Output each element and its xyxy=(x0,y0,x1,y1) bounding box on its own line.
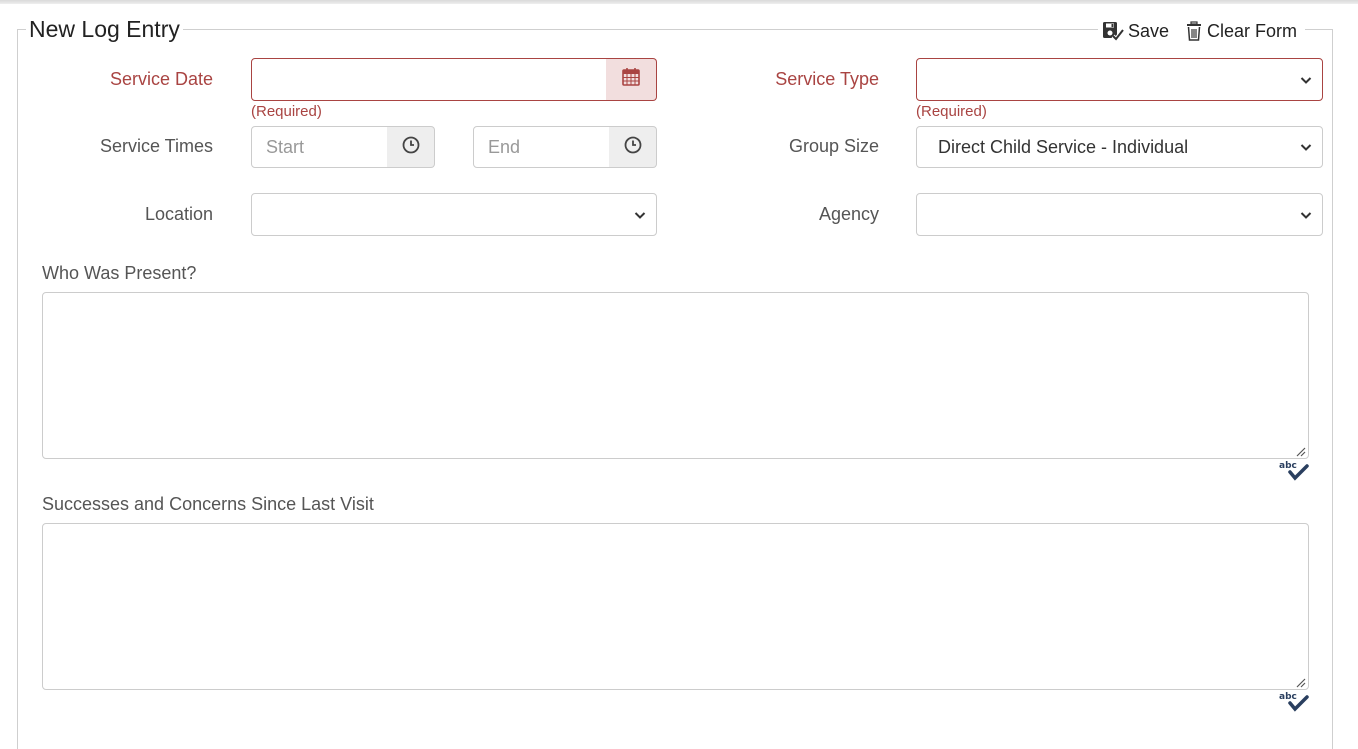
svg-text:abc: abc xyxy=(1279,461,1297,471)
group-size-label: Group Size xyxy=(788,136,879,156)
agency-select[interactable] xyxy=(916,193,1323,236)
top-shadow-bar xyxy=(0,0,1358,4)
resize-grip-icon[interactable] xyxy=(1295,677,1306,688)
service-type-label: Service Type xyxy=(775,69,879,89)
chevron-down-icon xyxy=(1300,76,1312,84)
service-date-calendar-button[interactable] xyxy=(606,58,657,101)
who-present-spellcheck-button[interactable]: abc xyxy=(1279,459,1309,486)
who-present-label: Who Was Present? xyxy=(42,263,197,283)
clear-form-button[interactable]: Clear Form xyxy=(1185,21,1297,42)
location-label: Location xyxy=(144,204,213,224)
who-present-textarea[interactable] xyxy=(42,292,1309,459)
save-label: Save xyxy=(1128,20,1170,41)
service-type-required-hint: (Required) xyxy=(916,103,987,120)
form-toolbar: Save Clear Form xyxy=(1098,15,1306,47)
service-date-label: Service Date xyxy=(109,69,213,89)
service-times-label: Service Times xyxy=(99,136,213,156)
chevron-down-icon xyxy=(1300,144,1312,151)
start-time-picker-button[interactable] xyxy=(387,126,435,168)
successes-concerns-label: Successes and Concerns Since Last Visit xyxy=(42,494,374,514)
svg-text:abc: abc xyxy=(1279,692,1297,702)
calendar-icon xyxy=(621,67,641,92)
group-size-select[interactable]: Direct Child Service - Individual xyxy=(916,126,1323,168)
spellcheck-icon: abc xyxy=(1279,461,1309,481)
service-type-select[interactable] xyxy=(916,58,1323,101)
end-time-picker-button[interactable] xyxy=(609,126,657,168)
save-button[interactable]: Save xyxy=(1102,21,1169,42)
spellcheck-icon: abc xyxy=(1279,692,1309,712)
clock-icon xyxy=(624,136,642,159)
clock-icon xyxy=(402,136,420,159)
service-date-input[interactable] xyxy=(251,58,607,101)
location-select[interactable] xyxy=(251,193,657,236)
service-end-time-input[interactable] xyxy=(473,126,610,168)
agency-label: Agency xyxy=(818,204,879,224)
trash-icon xyxy=(1185,21,1203,41)
save-icon xyxy=(1102,21,1124,41)
form-title: New Log Entry xyxy=(26,14,183,44)
chevron-down-icon xyxy=(1300,211,1312,219)
chevron-down-icon xyxy=(634,211,646,219)
resize-grip-icon[interactable] xyxy=(1295,446,1306,457)
group-size-value: Direct Child Service - Individual xyxy=(938,136,1189,157)
successes-concerns-textarea[interactable] xyxy=(42,523,1309,690)
clear-form-label: Clear Form xyxy=(1207,20,1298,41)
service-start-time-input[interactable] xyxy=(251,126,388,168)
successes-spellcheck-button[interactable]: abc xyxy=(1279,690,1309,717)
service-date-required-hint: (Required) xyxy=(251,103,322,120)
